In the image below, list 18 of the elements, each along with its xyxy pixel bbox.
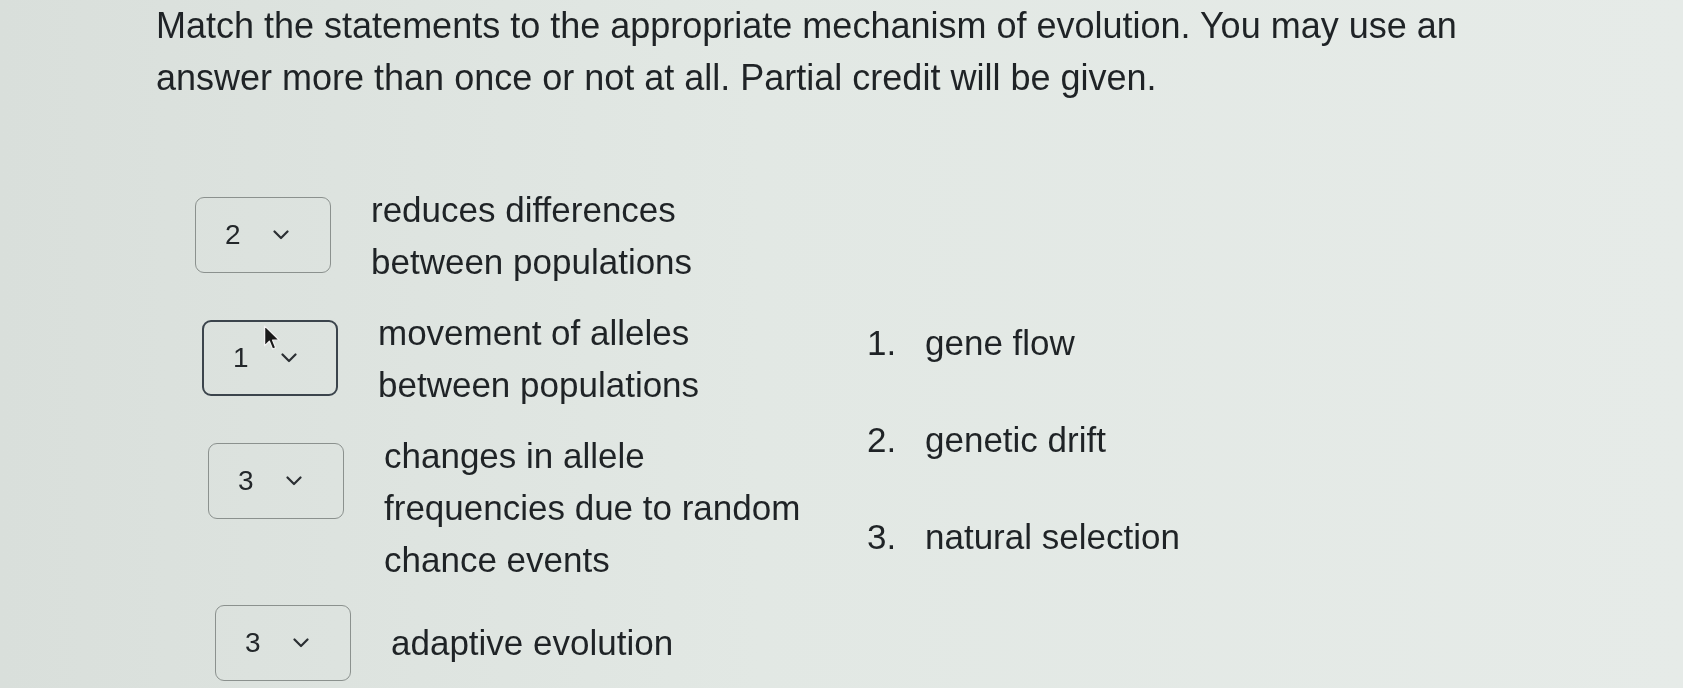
chevron-down-icon — [272, 230, 289, 240]
statement-text: adaptive evolution — [391, 622, 674, 664]
answer-dropdown[interactable]: 3 — [215, 605, 351, 681]
answer-label: gene flow — [925, 322, 1075, 364]
answer-number: 1. — [867, 322, 898, 364]
chevron-down-icon — [285, 476, 302, 486]
answer-number: 2. — [867, 419, 898, 461]
question-instructions: Match the statements to the appropriate mechanism of evolution. You may use an answer more than once or not at all. Partial credit will be given. — [156, 4, 1457, 100]
answer-dropdown[interactable]: 2 — [195, 197, 331, 273]
answer-dropdown[interactable]: 3 — [208, 443, 344, 519]
chevron-down-icon — [280, 353, 297, 363]
answer-label: natural selection — [925, 516, 1180, 558]
answer-number: 3. — [867, 516, 898, 558]
statement-text: changes in allele frequencies due to random chance events — [384, 435, 801, 581]
statement-text: movement of alleles between populations — [378, 312, 700, 406]
chevron-down-icon — [292, 638, 309, 648]
answer-label: genetic drift — [925, 419, 1106, 461]
statement-text: reduces differences between populations — [371, 189, 693, 283]
